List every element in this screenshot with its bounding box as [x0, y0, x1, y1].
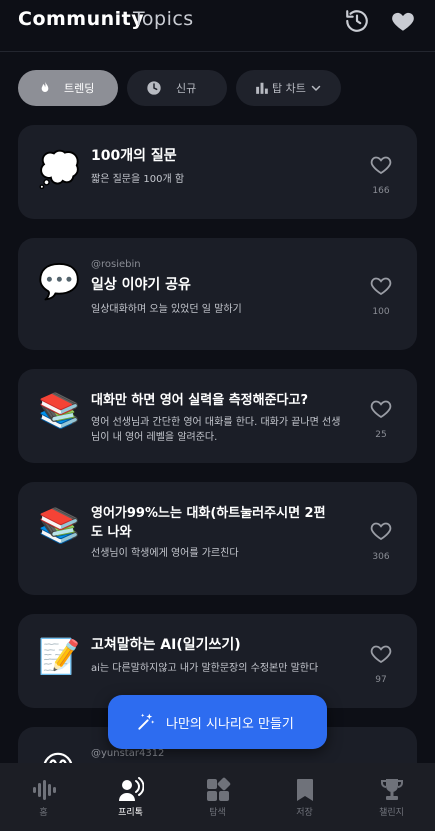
topic-card[interactable]: 📚 대화만 하면 영어 실력을 측정해준다고? 영어 선생님과 간단한 영어 대… — [18, 369, 417, 463]
card-title: 영어가99%느는 대화(하트눌러주시면 2편도 나와 — [91, 506, 326, 540]
chip-top-chart[interactable]: 탑 차트 — [236, 70, 341, 106]
chip-new[interactable]: 신규 — [127, 70, 227, 106]
chip-trending[interactable]: 트렌딩 — [18, 70, 118, 106]
card-description: 영어 선생님과 간단한 영어 대화를 한다. 대화가 끝나면 선생님이 내 영어… — [91, 417, 341, 443]
nav-challenge[interactable]: 챌린지 — [348, 763, 435, 831]
tab-topics[interactable]: Topics — [133, 8, 194, 30]
nav-label: 탐색 — [209, 808, 226, 818]
bottom-navigation: 홈 프리톡 탐색 저장 챌린지 — [0, 763, 435, 831]
clock-icon — [147, 81, 161, 95]
card-title: 대화만 하면 영어 실력을 측정해준다고? — [91, 393, 309, 408]
nav-freetalk[interactable]: 프리톡 — [87, 763, 174, 831]
bookmark-icon — [297, 779, 313, 801]
thought-bubble-icon: 💭 — [38, 150, 81, 190]
nav-home[interactable]: 홈 — [0, 763, 87, 831]
chip-label: 신규 — [176, 82, 197, 95]
nav-label: 저장 — [296, 808, 313, 818]
chip-label: 탑 차트 — [272, 82, 306, 95]
topic-card[interactable]: 💭 100개의 질문 짧은 질문을 100개 함 166 — [18, 125, 417, 219]
topic-card[interactable]: 📚 영어가99%느는 대화(하트눌러주시면 2편도 나와 선생님이 학생에게 영… — [18, 482, 417, 595]
bar-chart-icon — [256, 82, 268, 94]
card-description: ai는 다른말하지않고 내가 말한문장의 수정본만 말한다 — [91, 663, 319, 674]
card-description: 선생님이 학생에게 영어를 가르친다 — [91, 548, 239, 559]
top-bar: Community Topics — [0, 0, 435, 52]
nav-label: 챌린지 — [379, 808, 404, 818]
tab-community[interactable]: Community — [18, 8, 144, 30]
card-title: 고쳐말하는 AI(일기쓰기) — [91, 637, 241, 653]
like-count: 100 — [372, 307, 390, 317]
grid-icon — [207, 777, 231, 801]
card-author: @yunstar4312 — [91, 748, 165, 759]
like-count: 97 — [375, 675, 387, 685]
topic-card[interactable]: 💬 @rosiebin 일상 이야기 공유 일상대화하며 오늘 있었던 일 말하… — [18, 238, 417, 350]
flame-icon — [41, 81, 49, 92]
nav-label: 홈 — [39, 808, 48, 818]
nav-label: 프리톡 — [118, 808, 143, 818]
speech-bubble-icon: 💬 — [38, 262, 81, 302]
topic-card[interactable]: 📝 고쳐말하는 AI(일기쓰기) ai는 다른말하지않고 내가 말한문장의 수정… — [18, 614, 417, 708]
nav-saved[interactable]: 저장 — [261, 763, 348, 831]
card-title: 100개의 질문 — [91, 148, 177, 164]
like-heart-icon[interactable] — [369, 397, 393, 421]
nav-explore[interactable]: 탐색 — [174, 763, 261, 831]
like-heart-icon[interactable] — [369, 642, 393, 666]
like-count: 166 — [372, 186, 390, 196]
create-scenario-label: 나만의 시나리오 만들기 — [166, 716, 294, 732]
history-icon[interactable] — [344, 8, 370, 34]
people-talk-icon — [119, 777, 144, 801]
chip-label: 트렌딩 — [64, 82, 95, 95]
heart-icon[interactable] — [390, 8, 416, 34]
soundwave-icon — [33, 780, 56, 800]
like-count: 306 — [372, 552, 390, 562]
books-icon: 📚 — [38, 506, 81, 546]
card-description: 짧은 질문을 100개 함 — [91, 174, 185, 185]
trophy-icon — [381, 779, 403, 800]
like-heart-icon[interactable] — [369, 519, 393, 543]
memo-icon: 📝 — [38, 637, 81, 677]
card-title: 일상 이야기 공유 — [91, 277, 191, 293]
card-author: @rosiebin — [91, 259, 141, 270]
like-heart-icon[interactable] — [369, 153, 393, 177]
like-heart-icon[interactable] — [369, 274, 393, 298]
magic-wand-icon — [138, 713, 155, 730]
create-scenario-button[interactable]: 나만의 시나리오 만들기 — [108, 695, 327, 749]
books-icon: 📚 — [38, 391, 81, 431]
card-description: 일상대화하며 오늘 있었던 일 말하기 — [91, 304, 242, 315]
chevron-down-icon — [311, 85, 321, 91]
like-count: 25 — [375, 430, 387, 440]
